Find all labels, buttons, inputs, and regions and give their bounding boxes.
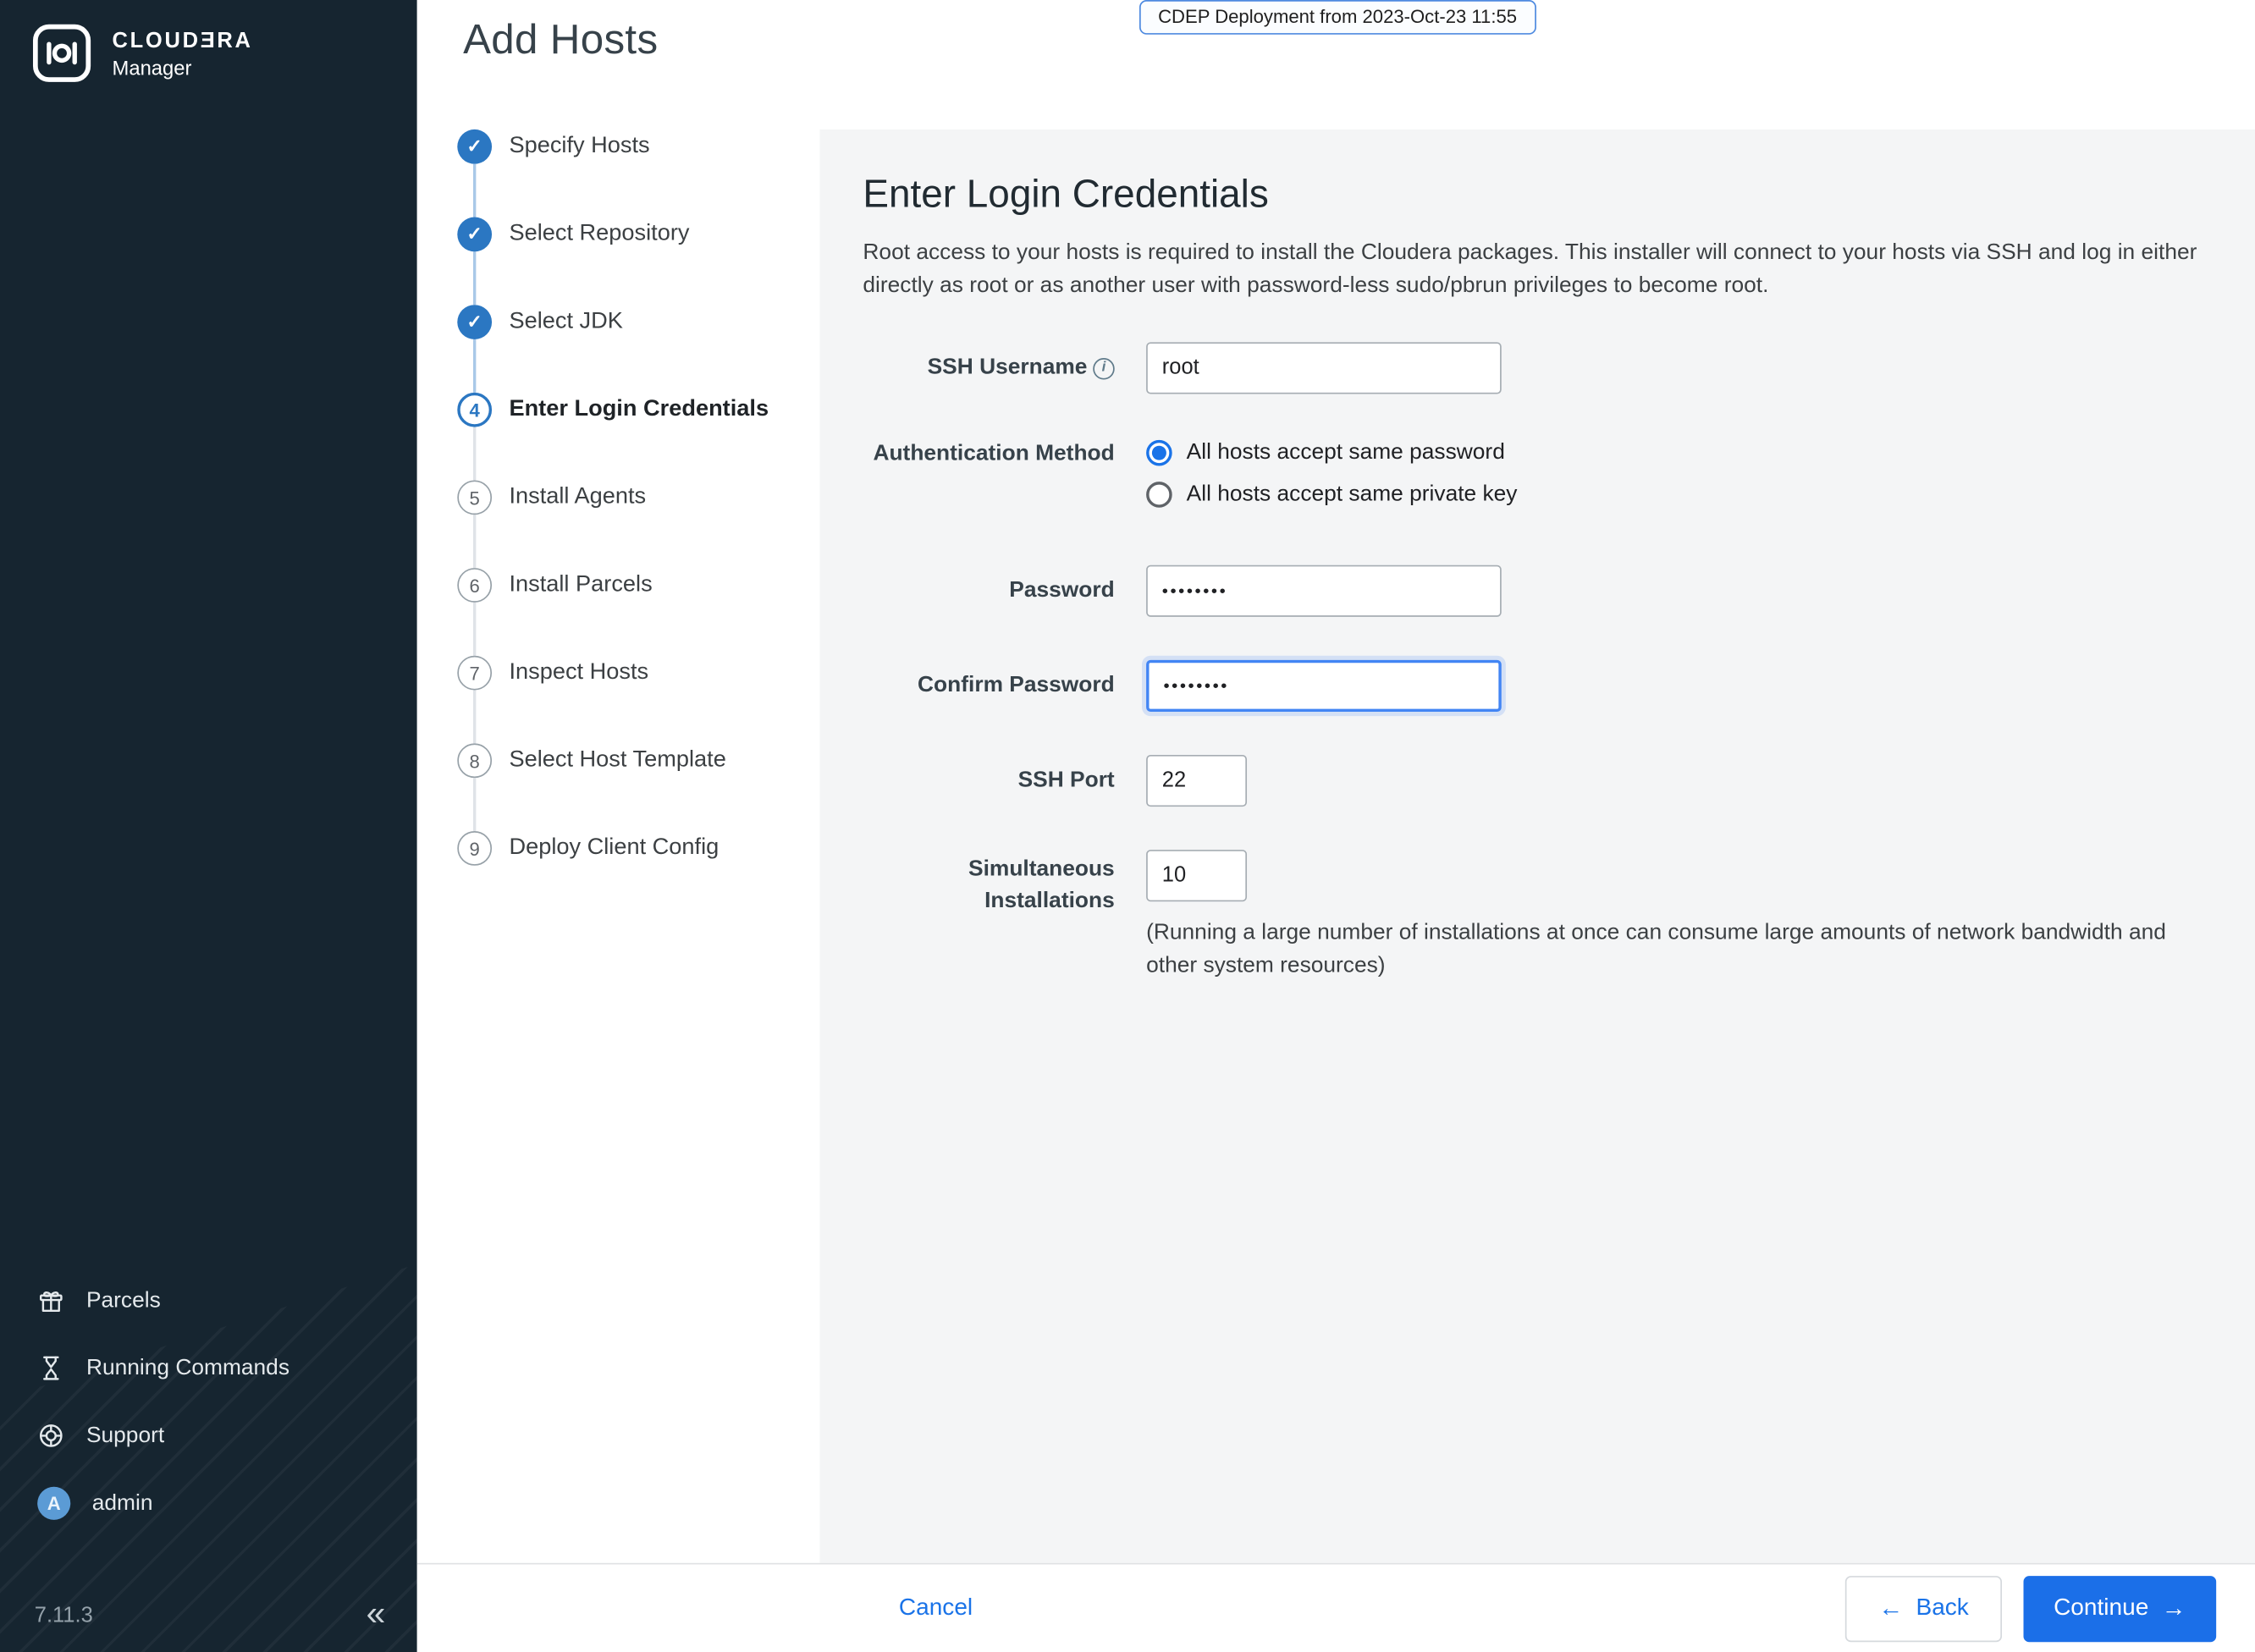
- confirm-password-row: Confirm Password: [863, 658, 2217, 712]
- sidebar-menu: Parcels Running Commands Support A admin: [0, 1267, 417, 1537]
- sidebar-item-parcels[interactable]: Parcels: [0, 1267, 417, 1335]
- version-label: 7.11.3: [34, 1602, 93, 1627]
- password-input[interactable]: [1146, 564, 1502, 617]
- topbar: Add Hosts CDEP Deployment from 2023-Oct-…: [416, 0, 2255, 129]
- info-icon[interactable]: i: [1093, 357, 1115, 379]
- step-3-select-jdk[interactable]: ✓ Select JDK: [457, 251, 819, 339]
- collapse-sidebar-icon[interactable]: «: [367, 1597, 386, 1633]
- step-title: Enter Login Credentials: [863, 172, 1269, 216]
- step-check-icon: ✓: [457, 129, 493, 164]
- confirm-password-label: Confirm Password: [918, 672, 1115, 697]
- sidebar-item-admin[interactable]: A admin: [0, 1469, 417, 1537]
- sidebar-footer: 7.11.3 «: [34, 1597, 386, 1633]
- step-content-panel: Enter Login Credentials Root access to y…: [819, 129, 2255, 1563]
- simultaneous-installations-label: Simultaneous Installations: [968, 856, 1115, 913]
- ssh-username-label: SSH Username: [927, 354, 1088, 379]
- life-ring-icon: [39, 1424, 63, 1447]
- radio-same-password[interactable]: All hosts accept same password: [1146, 439, 2218, 465]
- password-label: Password: [1009, 577, 1115, 603]
- cloudera-logo-icon: [32, 24, 91, 82]
- step-number: 7: [457, 655, 493, 691]
- radio-unselected-icon: [1146, 481, 1172, 507]
- hourglass-icon: [43, 1356, 59, 1380]
- brand-name: CLOUDƎRA: [112, 28, 253, 53]
- step-5-install-agents: 5 Install Agents: [457, 427, 819, 515]
- ssh-port-label: SSH Port: [1017, 767, 1115, 792]
- footer-actions: ← Back Continue →: [1845, 1575, 2217, 1642]
- sidebar-item-support[interactable]: Support: [0, 1402, 417, 1470]
- simultaneous-installations-row: Simultaneous Installations (Running a la…: [863, 849, 2217, 982]
- brand-subtitle: Manager: [112, 55, 192, 79]
- step-intro-text: Root access to your hosts is required to…: [863, 240, 2197, 299]
- back-arrow-icon: ←: [1878, 1594, 1904, 1622]
- step-1-specify-hosts[interactable]: ✓ Specify Hosts: [457, 129, 819, 164]
- ssh-port-input[interactable]: [1146, 754, 1248, 807]
- sidebar: CLOUDƎRA Manager Parcels Running Command…: [0, 0, 417, 1652]
- back-button[interactable]: ← Back: [1845, 1575, 2002, 1642]
- step-number: 8: [457, 743, 493, 779]
- authentication-method-options: All hosts accept same password All hosts…: [1146, 437, 2218, 507]
- sidebar-item-running-commands[interactable]: Running Commands: [0, 1335, 417, 1402]
- step-6-install-parcels: 6 Install Parcels: [457, 515, 819, 603]
- step-7-inspect-hosts: 7 Inspect Hosts: [457, 602, 819, 691]
- radio-selected-icon: [1146, 439, 1172, 465]
- cloudera-manager-home-link[interactable]: CLOUDƎRA Manager: [0, 0, 417, 84]
- step-9-deploy-client-config: 9 Deploy Client Config: [457, 778, 819, 866]
- wizard-footer: Cancel ← Back Continue →: [416, 1562, 2255, 1652]
- simultaneous-installations-input[interactable]: [1146, 849, 1248, 901]
- step-check-icon: ✓: [457, 217, 493, 252]
- admin-avatar: A: [37, 1486, 71, 1520]
- step-number: 4: [457, 392, 493, 427]
- password-row: Password: [863, 564, 2217, 617]
- continue-arrow-icon: →: [2161, 1594, 2186, 1622]
- step-4-enter-login-credentials[interactable]: 4 Enter Login Credentials: [457, 339, 819, 427]
- sidebar-item-label: Running Commands: [85, 1355, 290, 1380]
- step-number: 6: [457, 568, 493, 603]
- credentials-form: SSH Usernamei Authentication Method All …: [863, 341, 2217, 983]
- app: CLOUDƎRA Manager Parcels Running Command…: [0, 0, 2255, 1652]
- cancel-link[interactable]: Cancel: [899, 1594, 973, 1622]
- continue-button[interactable]: Continue →: [2023, 1575, 2217, 1642]
- step-number: 9: [457, 831, 493, 866]
- step-2-select-repository[interactable]: ✓ Select Repository: [457, 163, 819, 252]
- sidebar-item-label: Parcels: [85, 1287, 161, 1313]
- main-area: Add Hosts CDEP Deployment from 2023-Oct-…: [416, 0, 2255, 1652]
- gift-icon: [39, 1291, 63, 1313]
- wizard-steps-nav: ✓ Specify Hosts ✓ Select Repository ✓ Se…: [416, 129, 820, 1563]
- wizard-body: ✓ Specify Hosts ✓ Select Repository ✓ Se…: [416, 129, 2255, 1563]
- ssh-port-row: SSH Port: [863, 754, 2217, 807]
- sidebar-item-label: Support: [85, 1423, 165, 1448]
- step-check-icon: ✓: [457, 305, 493, 339]
- step-8-select-host-template: 8 Select Host Template: [457, 690, 819, 779]
- confirm-password-input[interactable]: [1146, 658, 1502, 712]
- deployment-badge: CDEP Deployment from 2023-Oct-23 11:55: [1139, 0, 1536, 35]
- authentication-method-row: Authentication Method All hosts accept s…: [863, 437, 2217, 515]
- sidebar-item-label: admin: [91, 1490, 153, 1515]
- simultaneous-installations-help: (Running a large number of installations…: [1146, 919, 2166, 977]
- ssh-username-input[interactable]: [1146, 341, 1502, 394]
- ssh-username-row: SSH Username i: [863, 341, 2217, 394]
- radio-same-private-key[interactable]: All hosts accept same private key: [1146, 481, 2218, 507]
- authentication-method-label: Authentication Method: [873, 440, 1115, 465]
- step-number: 5: [457, 480, 493, 515]
